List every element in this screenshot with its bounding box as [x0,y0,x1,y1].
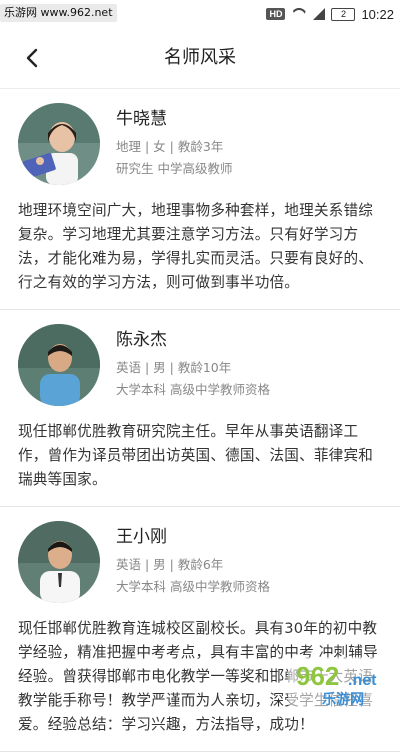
teacher-meta: 英语 | 男 | 教龄6年 [116,557,224,572]
teacher-card[interactable]: 牛晓慧 地理 | 女 | 教龄3年 研究生 中学高级教师 地理环境空间广大，地理… [0,89,400,310]
teacher-card[interactable]: 陈永杰 英语 | 男 | 教龄10年 大学本科 高级中学教师资格 现任邯郸优胜教… [0,310,400,507]
status-bar: 乐游网 www.962.net HD 2 10:22 [0,0,400,28]
title-bar: 名师风采 [0,28,400,89]
svg-text:.net: .net [348,672,377,689]
hd-icon: HD [266,8,286,20]
teacher-avatar [18,521,100,603]
clock: 10:22 [361,6,394,22]
teacher-meta: 地理 | 女 | 教龄3年 [116,139,224,154]
battery-icon: 2 [331,7,356,21]
teacher-meta: 英语 | 男 | 教龄10年 [116,360,232,375]
status-icons: HD 2 10:22 [266,0,394,28]
signal-icon [313,8,326,20]
teacher-qualification: 研究生 中学高级教师 [116,161,233,176]
teacher-bio: 地理环境空间广大，地理事物多种套样，地理关系错综复杂。学习地理尤其要注意学习方法… [18,202,374,291]
teacher-avatar [18,103,100,185]
teacher-qualification: 大学本科 高级中学教师资格 [116,579,270,594]
teacher-name: 牛晓慧 [116,109,167,129]
page-title: 名师风采 [164,47,236,68]
teacher-bio: 现任邯郸优胜教育研究院主任。早年从事英语翻译工作，曾作为译员带团出访英国、德国、… [18,423,374,488]
teacher-name: 陈永杰 [116,330,167,350]
svg-text:962: 962 [296,661,339,691]
teacher-name: 王小刚 [116,527,167,547]
site-watermark: 乐游网 www.962.net [0,4,117,22]
svg-text:乐游网: 乐游网 [322,691,364,708]
wifi-icon [291,8,307,20]
site-logo-watermark: 962 .net 乐游网 [288,657,398,709]
teacher-card[interactable]: 王小刚 英语 | 男 | 教龄6年 大学本科 高级中学教师资格 现任邯郸优胜教育… [0,507,400,752]
teacher-qualification: 大学本科 高级中学教师资格 [116,382,270,397]
teacher-avatar [18,324,100,406]
teacher-list: 牛晓慧 地理 | 女 | 教龄3年 研究生 中学高级教师 地理环境空间广大，地理… [0,89,400,752]
